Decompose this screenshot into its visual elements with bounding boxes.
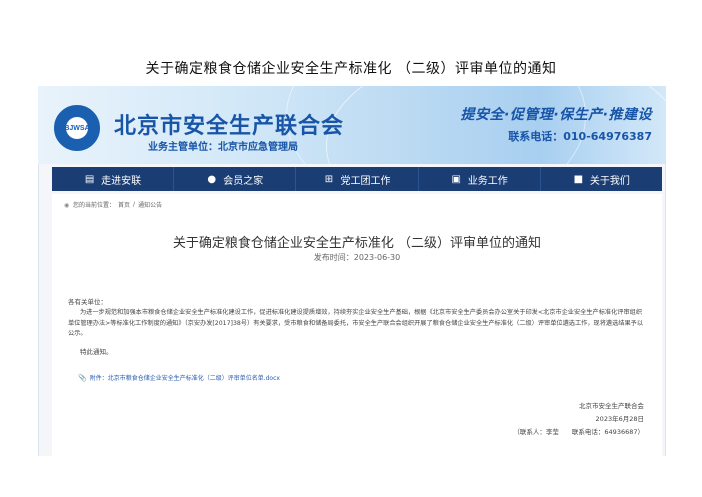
logo-text: BJWSA	[64, 124, 90, 132]
attachment-link[interactable]: 📎 附件：北京市粮食仓储企业安全生产标准化（二级）评审单位名单.docx	[78, 373, 280, 383]
org-icon: ⊞	[324, 173, 334, 185]
nav-item-about[interactable]: ▤ 走进安联	[52, 167, 175, 191]
attachment-icon: 📎	[78, 373, 87, 382]
article-notice: 特此通知。	[80, 348, 113, 356]
slogan: 提安全·促管理·保生产·推建设	[460, 107, 652, 123]
site-logo[interactable]: BJWSA	[54, 105, 100, 151]
document-title: 关于确定粮食仓储企业安全生产标准化 （二级）评审单位的通知	[145, 61, 557, 77]
article-title: 关于确定粮食仓储企业安全生产标准化 （二级）评审单位的通知	[172, 236, 542, 251]
article-paragraph: 为进一步规范和加强本市粮食仓储企业安全生产标准化建设工作，促进标准化建设提质增效…	[68, 309, 644, 337]
nav-label: 会员之家	[223, 175, 264, 187]
nav-label: 业务工作	[467, 175, 508, 187]
users-icon: ●	[207, 173, 217, 185]
site-banner: BJWSA 北京市安全生产联合会 业务主管单位：北京市应急管理局 提安全·促管理…	[38, 86, 666, 164]
nav-item-party[interactable]: ⊞ 党工团工作	[296, 167, 419, 191]
site-name[interactable]: 北京市安全生产联合会	[114, 108, 344, 140]
sign-date: 2023年6月28日	[595, 415, 644, 423]
nav-label: 走进安联	[101, 175, 142, 187]
breadcrumb-home[interactable]: 首页	[118, 200, 130, 209]
info-icon: ■	[573, 173, 584, 185]
breadcrumb-prefix: 您的当前位置：	[73, 202, 116, 209]
breadcrumb-separator: /	[133, 201, 136, 208]
attachment-label: 附件：北京市粮食仓储企业安全生产标准化（二级）评审单位名单.docx	[89, 375, 280, 382]
contact-info: （联系人：李莹 联系电话：64936687）	[513, 428, 644, 436]
breadcrumb-section[interactable]: 通知公告	[138, 200, 162, 209]
book-icon: ▤	[84, 173, 95, 185]
nav-item-members[interactable]: ● 会员之家	[174, 167, 297, 191]
article-greeting: 各有关单位：	[68, 298, 107, 306]
supervisor-text: 业务主管单位：北京市应急管理局	[148, 142, 298, 153]
nav-item-business[interactable]: ▣ 业务工作	[419, 167, 541, 191]
nav-label: 党工团工作	[340, 175, 391, 187]
briefcase-icon: ▣	[451, 173, 461, 185]
article-date: 发布时间：2023-06-30	[313, 253, 401, 262]
nav-item-contact[interactable]: ■ 关于我们	[541, 167, 662, 191]
sign-organization: 北京市安全生产联合会	[579, 402, 644, 410]
breadcrumb: ◉ 您的当前位置： 首页 / 通知公告	[64, 200, 162, 209]
nav-label: 关于我们	[589, 175, 630, 187]
contact-phone: 联系电话：010-64976387	[508, 130, 652, 143]
location-icon: ◉	[64, 201, 70, 209]
main-nav: ▤ 走进安联 ● 会员之家 ⊞ 党工团工作 ▣ 业务工作 ■ 关于我们	[52, 167, 662, 191]
